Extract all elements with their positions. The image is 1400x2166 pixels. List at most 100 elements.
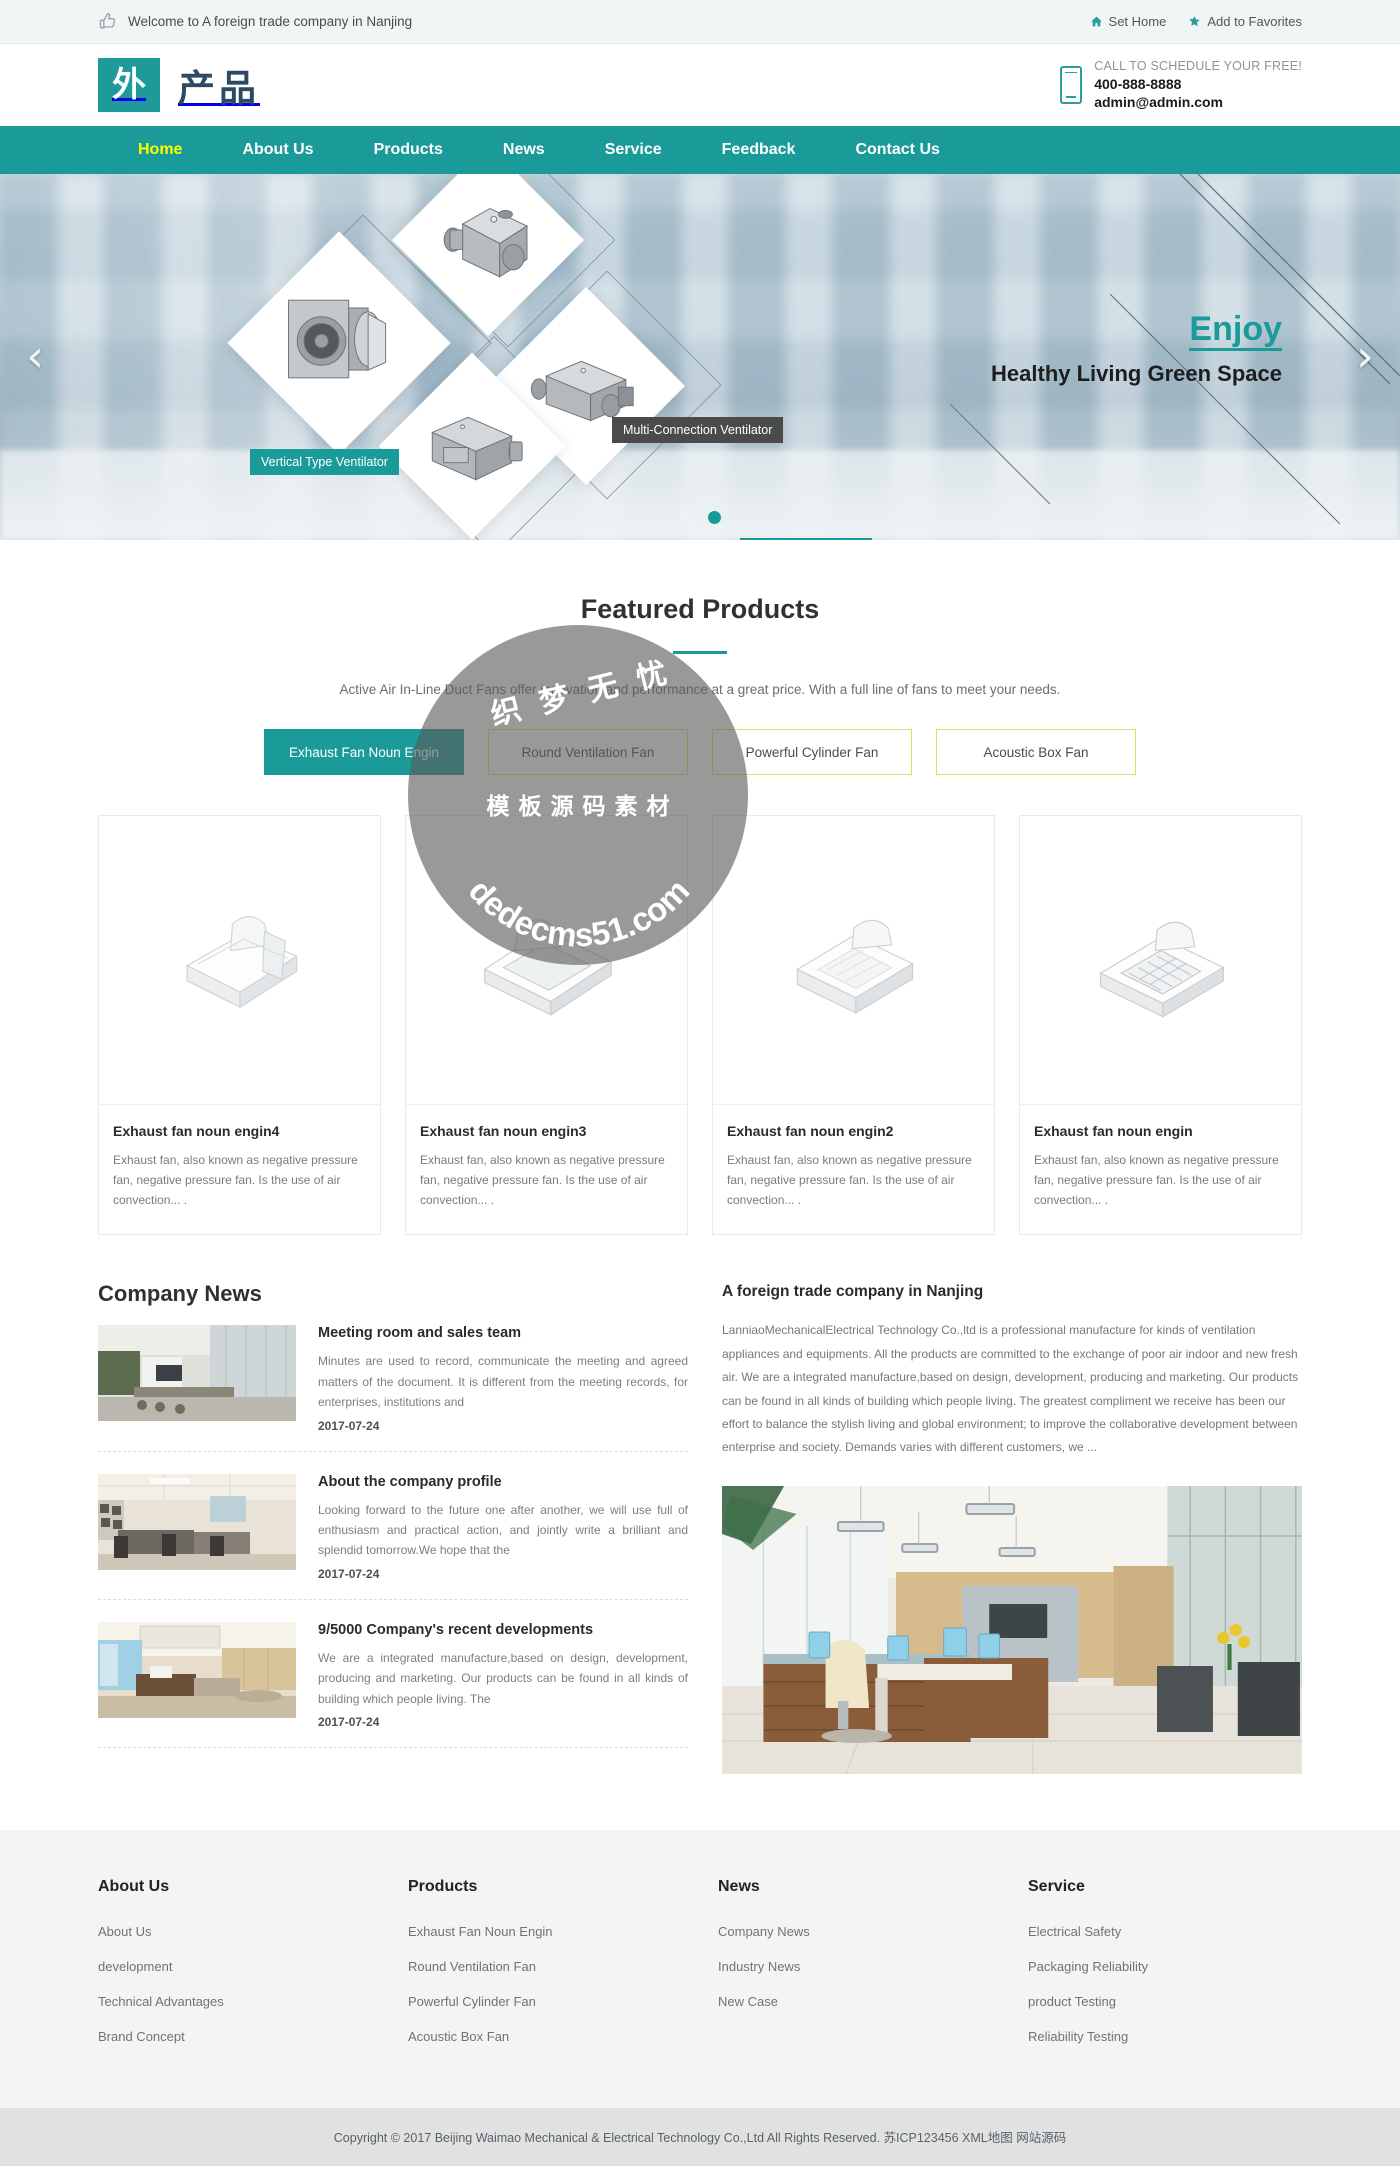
- footer-link[interactable]: Company News: [718, 1924, 1028, 1939]
- thumbs-up-icon: [99, 12, 116, 28]
- footer-link[interactable]: Round Ventilation Fan: [408, 1959, 718, 1974]
- news-item-title: 9/5000 Company's recent developments: [318, 1621, 594, 1638]
- add-favorites-link[interactable]: Add to Favorites: [1188, 14, 1302, 29]
- office-interior-illustration: [722, 1485, 1302, 1774]
- featured-products-section: Featured Products Active Air In-Line Duc…: [0, 540, 1400, 775]
- product-tab-4[interactable]: Acoustic Box Fan: [936, 729, 1136, 775]
- acoustic-box-fan-image: [431, 417, 523, 481]
- nav-item-news[interactable]: News: [473, 126, 575, 174]
- main-nav: Home About Us Products News Service Feedback C…: [0, 126, 1400, 174]
- site-footer: About Us About Us development Technical Adv…: [0, 1829, 1400, 2108]
- news-item-summary: Looking forward to the future one after …: [318, 1502, 688, 1558]
- product-card-grid: Exhaust fan noun engin4 Exhaust fan, also…: [0, 815, 1400, 1236]
- product-card-text: Exhaust fan, also known as negative pres…: [1034, 1153, 1279, 1207]
- logo-wordmark: 产品: [178, 67, 260, 110]
- news-list: Meeting room and sales team Minutes are u…: [98, 1307, 688, 1748]
- product-card-title: Exhaust fan noun engin2: [727, 1123, 894, 1139]
- hero-prev-arrow[interactable]: ‹: [18, 327, 52, 387]
- news-item-summary: We are a integrated manufacture,based on…: [318, 1650, 688, 1706]
- news-item-summary: Minutes are used to record, communicate …: [318, 1354, 688, 1410]
- footer-link[interactable]: Exhaust Fan Noun Engin: [408, 1924, 718, 1939]
- product-card-text: Exhaust fan, also known as negative pres…: [420, 1153, 665, 1207]
- hero-label-vertical: Vertical Type Ventilator: [250, 449, 399, 475]
- nav-item-feedback[interactable]: Feedback: [692, 126, 826, 174]
- news-item[interactable]: 9/5000 Company's recent developments We a…: [98, 1600, 688, 1748]
- footer-link[interactable]: Powerful Cylinder Fan: [408, 1994, 718, 2009]
- logo-mark: 外: [98, 58, 160, 112]
- footer-column-about-us: About Us About Us development Technical Adv…: [98, 1878, 408, 2064]
- news-item[interactable]: About the company profile Looking forward…: [98, 1452, 688, 1600]
- company-news-column: Company News Meeting room and sales team…: [98, 1281, 688, 1748]
- nav-item-service[interactable]: Service: [575, 126, 692, 174]
- hero-dot-1[interactable]: [679, 511, 692, 524]
- footer-link[interactable]: Electrical Safety: [1028, 1924, 1148, 1939]
- footer-column-heading: Service: [1028, 1877, 1085, 1895]
- add-favorites-label: Add to Favorites: [1207, 14, 1302, 29]
- footer-link[interactable]: New Case: [718, 1994, 1028, 2009]
- about-office-image: [722, 1485, 1302, 1774]
- product-card[interactable]: Exhaust fan noun engin4 Exhaust fan, also…: [98, 815, 381, 1236]
- page-root: Welcome to A foreign trade company in Na…: [0, 0, 1400, 2166]
- call-label: CALL TO SCHEDULE YOUR FREE!: [1094, 58, 1302, 73]
- welcome-text: Welcome to A foreign trade company in Na…: [128, 14, 413, 29]
- hero-label-ultra: Ultra Slim Ventilator: [740, 538, 872, 540]
- nav-item-contact-us[interactable]: Contact Us: [825, 126, 969, 174]
- product-card-text: Exhaust fan, also known as negative pres…: [113, 1153, 358, 1207]
- footer-link[interactable]: product Testing: [1028, 1994, 1148, 2009]
- product-card[interactable]: Exhaust fan noun engin3 Exhaust fan, also…: [405, 815, 688, 1236]
- product-card-image: [406, 816, 687, 1104]
- top-bar-right: Set Home Add to Favorites: [1090, 14, 1302, 29]
- copyright-bar: Copyright © 2017 Beijing Waimao Mechanic…: [0, 2107, 1400, 2166]
- product-tab-3[interactable]: Powerful Cylinder Fan: [712, 729, 912, 775]
- footer-link[interactable]: About Us: [98, 1924, 408, 1939]
- header-contact: CALL TO SCHEDULE YOUR FREE! 400-888-8888…: [1060, 58, 1302, 113]
- about-column: A foreign trade company in Nanjing Lanni…: [722, 1281, 1302, 1774]
- product-card-image: [713, 816, 994, 1104]
- news-item-title: Meeting room and sales team: [318, 1325, 522, 1342]
- news-item-date: 2017-07-24: [318, 1418, 380, 1433]
- nav-item-home[interactable]: Home: [108, 126, 212, 174]
- hero-dots: [679, 511, 721, 524]
- footer-link[interactable]: Acoustic Box Fan: [408, 2029, 718, 2044]
- site-header: 外 产品 CALL TO SCHEDULE YOUR FREE! 400-888…: [0, 44, 1400, 126]
- footer-link[interactable]: Industry News: [718, 1959, 1028, 1974]
- product-card[interactable]: Exhaust fan noun engin2 Exhaust fan, also…: [712, 815, 995, 1236]
- top-bar-left: Welcome to A foreign trade company in Na…: [98, 12, 1090, 32]
- multi-connection-ventilator-image: [443, 207, 528, 277]
- set-home-link[interactable]: Set Home: [1090, 14, 1167, 29]
- hero-next-arrow[interactable]: ›: [1348, 327, 1382, 387]
- contact-lines: CALL TO SCHEDULE YOUR FREE! 400-888-8888…: [1094, 58, 1302, 113]
- nav-item-products[interactable]: Products: [344, 126, 473, 174]
- footer-link[interactable]: development: [98, 1959, 408, 1974]
- footer-link[interactable]: Reliability Testing: [1028, 2029, 1148, 2044]
- product-card[interactable]: Exhaust fan noun engin Exhaust fan, also …: [1019, 815, 1302, 1236]
- hero-headline: Enjoy: [1189, 312, 1282, 351]
- product-tab-1[interactable]: Exhaust Fan Noun Engin: [264, 729, 464, 775]
- site-logo[interactable]: 外 产品: [98, 58, 1060, 112]
- product-card-image: [1020, 816, 1301, 1104]
- news-item-body: Meeting room and sales team Minutes are u…: [318, 1325, 688, 1432]
- hero-dot-2[interactable]: [708, 511, 721, 524]
- hero-copy: Enjoy Healthy Living Green Space: [991, 312, 1282, 387]
- product-category-tabs: Exhaust Fan Noun Engin Round Ventilation …: [98, 729, 1302, 775]
- footer-column-service: Service Electrical Safety Packaging Reliab…: [1028, 1878, 1148, 2064]
- footer-link[interactable]: Technical Advantages: [98, 1994, 408, 2009]
- footer-link[interactable]: Brand Concept: [98, 2029, 408, 2044]
- featured-title: Featured Products: [580, 594, 820, 624]
- set-home-label: Set Home: [1108, 14, 1167, 29]
- footer-column-news: News Company News Industry News New Case: [718, 1878, 1028, 2064]
- mobile-phone-icon: [1060, 66, 1083, 104]
- news-item-date: 2017-07-24: [318, 1566, 380, 1581]
- hero-label-multi: Multi-Connection Ventilator: [612, 417, 784, 443]
- top-bar: Welcome to A foreign trade company in Na…: [0, 0, 1400, 44]
- news-item[interactable]: Meeting room and sales team Minutes are u…: [98, 1307, 688, 1452]
- news-and-about-section: Company News Meeting room and sales team…: [0, 1281, 1400, 1829]
- footer-column-products: Products Exhaust Fan Noun Engin Round Vent…: [408, 1878, 718, 2064]
- nav-item-about-us[interactable]: About Us: [212, 126, 343, 174]
- product-tab-2[interactable]: Round Ventilation Fan: [488, 729, 688, 775]
- home-icon: [1090, 16, 1102, 27]
- phone-number: 400-888-8888: [1094, 75, 1182, 92]
- product-card-title: Exhaust fan noun engin4: [113, 1123, 280, 1139]
- about-title: A foreign trade company in Nanjing: [722, 1283, 984, 1301]
- footer-link[interactable]: Packaging Reliability: [1028, 1959, 1148, 1974]
